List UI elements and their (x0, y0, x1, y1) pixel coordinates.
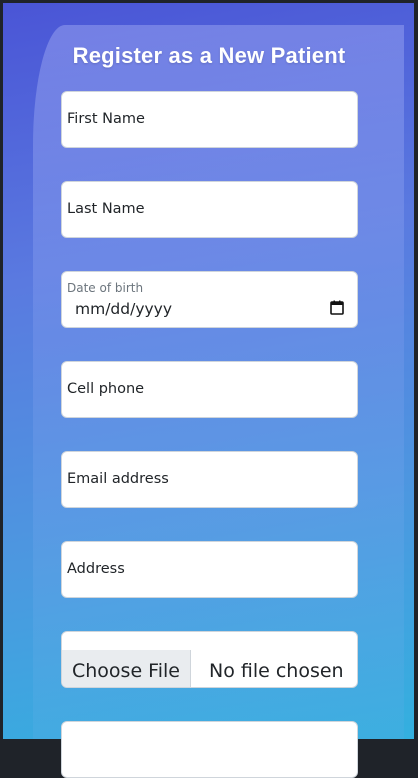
choose-file-button[interactable]: Choose File (62, 650, 191, 687)
address-placeholder: Address (67, 561, 125, 577)
date-of-birth-value[interactable]: mm/dd/yyyy (75, 300, 172, 318)
calendar-icon[interactable] (330, 300, 344, 315)
email-field[interactable]: Email address (61, 451, 358, 508)
file-status-text: No file chosen (209, 660, 344, 682)
last-name-field[interactable]: Last Name (61, 181, 358, 238)
address-field[interactable]: Address (61, 541, 358, 598)
first-name-field[interactable]: First Name (61, 91, 358, 148)
email-placeholder: Email address (67, 471, 169, 487)
last-name-placeholder: Last Name (67, 201, 145, 217)
first-name-placeholder: First Name (67, 111, 145, 127)
next-field[interactable] (61, 721, 358, 778)
date-of-birth-field[interactable]: Date of birth mm/dd/yyyy (61, 271, 358, 328)
page-title: Register as a New Patient (72, 43, 346, 68)
cell-phone-field[interactable]: Cell phone (61, 361, 358, 418)
file-upload-field[interactable]: Choose File No file chosen (61, 631, 358, 688)
date-of-birth-label: Date of birth (67, 281, 144, 295)
cell-phone-placeholder: Cell phone (67, 381, 145, 397)
